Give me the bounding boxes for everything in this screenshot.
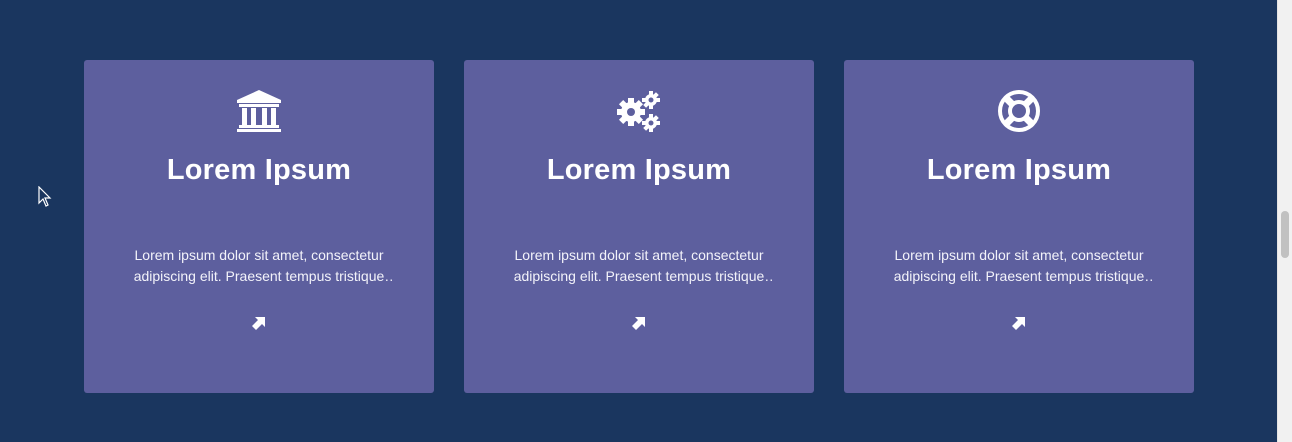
card-title: Lorem Ipsum: [926, 154, 1112, 186]
arrow-up-right-icon[interactable]: [629, 313, 649, 333]
mouse-cursor-icon: [38, 185, 52, 207]
card-description: Lorem ipsum dolor sit amet, consectetur …: [893, 246, 1145, 284]
feature-card-1: Lorem Ipsum Lorem ipsum dolor sit amet, …: [84, 60, 434, 393]
feature-card-2: Lorem Ipsum Lorem ipsum dolor sit amet, …: [464, 60, 814, 393]
card-title: Lorem Ipsum: [546, 154, 732, 186]
card-description: Lorem ipsum dolor sit amet, consectetur …: [513, 246, 765, 284]
bank-icon: [237, 89, 281, 133]
card-description: Lorem ipsum dolor sit amet, consectetur …: [133, 246, 385, 284]
features-section: Lorem Ipsum Lorem ipsum dolor sit amet, …: [0, 0, 1277, 442]
arrow-up-right-icon[interactable]: [249, 313, 269, 333]
card-title: Lorem Ipsum: [166, 154, 352, 186]
feature-card-3: Lorem Ipsum Lorem ipsum dolor sit amet, …: [844, 60, 1194, 393]
page: Lorem Ipsum Lorem ipsum dolor sit amet, …: [0, 0, 1292, 442]
life-ring-icon: [998, 89, 1040, 133]
arrow-up-right-icon[interactable]: [1009, 313, 1029, 333]
cogs-icon: [616, 89, 662, 133]
scrollbar-thumb[interactable]: [1281, 211, 1289, 258]
vertical-scrollbar[interactable]: [1277, 0, 1292, 442]
